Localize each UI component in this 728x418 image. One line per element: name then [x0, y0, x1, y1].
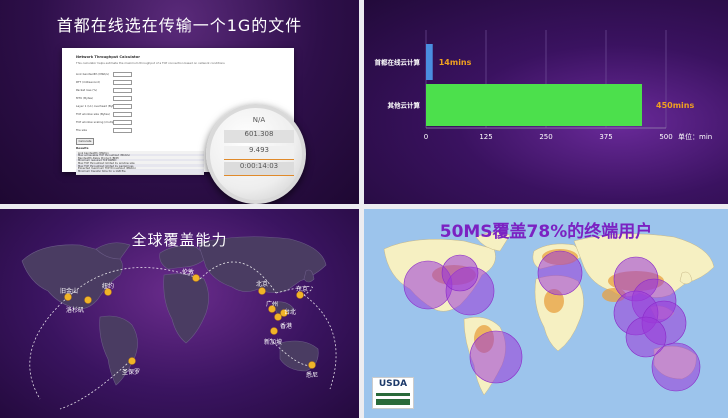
magnified-value: N/A — [252, 116, 266, 124]
field-label: MTU (Bytes) — [76, 96, 94, 100]
city-label: 台北 — [284, 309, 297, 316]
field-input[interactable] — [113, 112, 132, 118]
field-label: TCP window scaling (multiple) — [76, 120, 118, 124]
data-value-label: 14mins — [439, 58, 472, 67]
field-label: Link bandwidth (Mbit/s) — [76, 72, 109, 76]
field-input[interactable] — [113, 128, 132, 134]
category-label: 首都在线云计算 — [375, 58, 421, 67]
city-label: 圣保罗 — [122, 369, 141, 376]
usda-logo: USDA — [372, 377, 414, 409]
magnified-value: 601.308 — [224, 130, 294, 143]
field-label: Packet loss (%) — [76, 88, 98, 92]
results-title: Results — [76, 146, 89, 150]
category-label: 其他云计算 — [388, 101, 421, 110]
result-label: Minimum transfer time for a 1GB file — [78, 169, 126, 173]
city-label: 洛杉矶 — [66, 307, 85, 314]
city-label: 纽约 — [102, 283, 115, 290]
city-label: 广州 — [266, 301, 279, 308]
panel-title: 全球覆盖能力 — [131, 231, 228, 249]
x-tick-label: 500 — [659, 133, 672, 141]
field-input[interactable] — [113, 104, 132, 110]
panel-title: 50MS覆盖78%的终端用户 — [439, 222, 653, 242]
field-label: RTT (millisecond) — [76, 80, 100, 84]
city-label: 悉尼 — [306, 372, 319, 379]
field-input[interactable] — [113, 72, 132, 78]
calculator-description: This calculator helps estimate the maxim… — [76, 61, 225, 65]
latency-coverage-panel: 50MS覆盖78%的终端用户 USDA — [364, 209, 728, 418]
x-tick-label: 125 — [479, 133, 492, 141]
transfer-time-chart: 0 125 250 375 500 单位：min 首都在线云计算 14mins 其他云计算 450… — [375, 30, 712, 141]
calculator-title: Network Throughput Calculator — [76, 55, 141, 59]
city-label: 旧金山 — [60, 288, 79, 295]
throughput-panel: 首都在线选在传输一个1G的文件 Network Throughput Calcu… — [0, 0, 359, 204]
usda-logo-stripe — [376, 396, 410, 399]
panel-title: 首都在线选在传输一个1G的文件 — [56, 16, 303, 35]
city-label: 香港 — [280, 323, 293, 330]
magnified-value: 9.493 — [224, 146, 294, 160]
chart-bar — [426, 84, 642, 126]
field-input[interactable] — [113, 120, 132, 126]
field-input[interactable] — [113, 80, 132, 86]
city-label: 东京 — [296, 286, 309, 293]
field-label: TCP window size (Bytes) — [76, 112, 110, 116]
city-label: 伦敦 — [182, 269, 195, 276]
chart-bar — [426, 44, 433, 80]
field-label: Layer 1 (L1) overhead (Bytes) — [76, 104, 118, 108]
city-label: 新加坡 — [264, 339, 283, 346]
result-row: Minimum transfer time for a 1GB file — [76, 169, 204, 176]
usda-logo-band — [376, 393, 410, 405]
global-coverage-panel: 全球覆盖能力 旧金山 洛杉矶 纽约 伦敦 圣保罗 北京 东京 广州 台北 香港 … — [0, 209, 359, 418]
magnifier-lens: N/A 601.308 9.493 0:00:14:03 — [206, 104, 306, 204]
magnified-value: 0:00:14:03 — [224, 162, 294, 176]
field-input[interactable] — [113, 96, 132, 102]
unit-label: 单位：min — [678, 132, 712, 141]
data-value-label: 450mins — [656, 101, 694, 110]
x-tick-label: 0 — [424, 133, 428, 141]
x-tick-label: 250 — [539, 133, 552, 141]
field-input[interactable] — [113, 88, 132, 94]
usda-logo-text: USDA — [378, 379, 408, 389]
field-label: File size — [76, 128, 87, 132]
city-label: 北京 — [256, 281, 269, 288]
calculate-button[interactable]: Calculate — [76, 138, 94, 145]
x-tick-label: 375 — [599, 133, 612, 141]
transfer-time-chart-panel: 0 125 250 375 500 单位：min 首都在线云计算 14mins 其他云计算 450… — [364, 0, 728, 204]
